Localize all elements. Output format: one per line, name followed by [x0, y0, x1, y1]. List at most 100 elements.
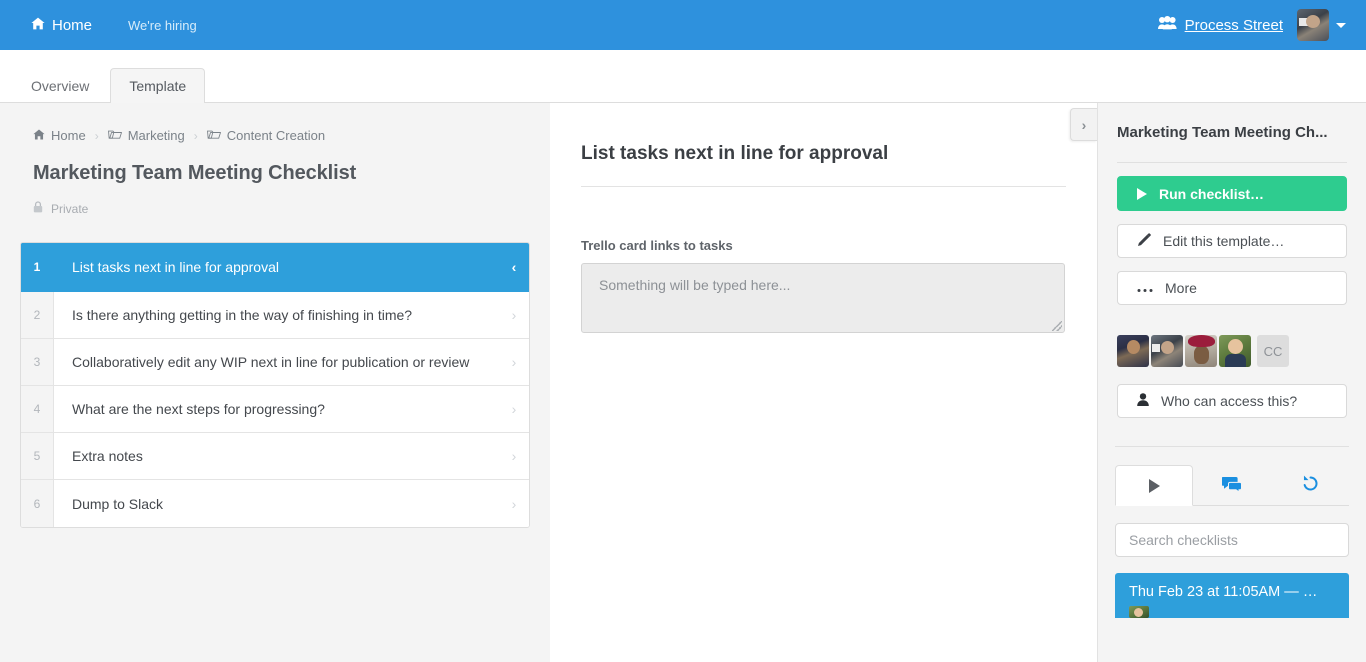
tab-template[interactable]: Template [110, 68, 206, 104]
users-group-icon [1157, 16, 1177, 34]
run-checklist-label: Run checklist… [1159, 185, 1265, 202]
tab-overview[interactable]: Overview [12, 68, 108, 104]
organization-name: Process Street [1184, 16, 1283, 34]
play-icon [1137, 187, 1147, 200]
breadcrumb-label: Marketing [127, 128, 185, 143]
breadcrumb-separator: › [193, 128, 198, 143]
person-icon [1137, 393, 1149, 409]
right-sidebar: Marketing Team Meeting Ch... Run checkli… [1097, 103, 1366, 662]
avatar[interactable] [1219, 335, 1251, 367]
task-label: What are the next steps for progressing? [72, 401, 325, 417]
sidebar-divider [1117, 162, 1347, 163]
chevron-right-icon: › [511, 307, 517, 323]
breadcrumb-label: Content Creation [226, 128, 326, 143]
sidebar-tab-comments[interactable] [1193, 465, 1271, 506]
task-number: 2 [21, 292, 54, 338]
comments-icon [1221, 476, 1242, 496]
organization-link[interactable]: Process Street [1157, 16, 1283, 34]
user-menu-button[interactable] [1297, 9, 1346, 41]
edit-template-button[interactable]: Edit this template… [1117, 224, 1347, 258]
task-row[interactable]: 6 Dump to Slack › [21, 480, 529, 527]
sidebar-divider-2 [1115, 446, 1349, 447]
task-row[interactable]: 3 Collaboratively edit any WIP next in l… [21, 339, 529, 386]
home-icon [33, 128, 45, 143]
task-label: Is there anything getting in the way of … [72, 307, 413, 323]
checklist-run-item[interactable]: Thu Feb 23 at 11:05AM — … [1115, 573, 1349, 618]
privacy-status: Private [0, 185, 550, 216]
avatar-overflow-initials[interactable]: CC [1257, 335, 1289, 367]
chevron-right-icon: › [511, 354, 517, 370]
chevron-left-icon: ‹ [511, 259, 517, 275]
more-button[interactable]: More [1117, 271, 1347, 305]
task-number: 1 [21, 243, 54, 291]
folder-icon [206, 128, 221, 143]
history-icon [1302, 475, 1319, 496]
chevron-down-icon [1336, 22, 1346, 28]
task-row[interactable]: 4 What are the next steps for progressin… [21, 386, 529, 433]
nav-left-group: Home We're hiring [0, 17, 203, 34]
field-label: Trello card links to tasks [581, 238, 733, 253]
breadcrumb-label: Home [51, 128, 86, 143]
pencil-icon [1137, 232, 1151, 250]
search-checklists-input[interactable]: Search checklists [1115, 523, 1349, 557]
avatar[interactable] [1117, 335, 1149, 367]
task-number: 5 [21, 433, 54, 479]
sidebar-tab-history[interactable] [1271, 465, 1349, 506]
task-label: Collaboratively edit any WIP next in lin… [72, 354, 470, 370]
checklist-run-title: Thu Feb 23 at 11:05AM — … [1129, 584, 1318, 600]
nav-hiring-link[interactable]: We're hiring [122, 18, 203, 33]
task-row[interactable]: 1 List tasks next in line for approval ‹ [21, 243, 529, 292]
run-checklist-button[interactable]: Run checklist… [1117, 176, 1347, 211]
avatar [1129, 606, 1149, 618]
chevron-right-icon: › [511, 495, 517, 512]
task-heading: List tasks next in line for approval [581, 143, 889, 164]
nav-hiring-label: We're hiring [128, 17, 197, 33]
more-label: More [1165, 280, 1197, 296]
chevron-right-icon: › [511, 448, 517, 464]
avatar[interactable] [1151, 335, 1183, 367]
task-label: Extra notes [72, 448, 143, 464]
chevron-right-icon: › [1081, 116, 1087, 133]
resize-handle[interactable] [1052, 321, 1062, 331]
breadcrumb: Home › Marketing › Content Creation [0, 103, 550, 143]
ellipsis-icon [1137, 280, 1153, 296]
sidebar-tab-list [1115, 464, 1349, 506]
breadcrumb-item-content-creation[interactable]: Content Creation [206, 128, 326, 143]
sidebar-title: Marketing Team Meeting Ch... [1117, 124, 1328, 141]
avatar[interactable] [1185, 335, 1217, 367]
task-number: 4 [21, 386, 54, 432]
lock-icon [33, 201, 43, 216]
sidebar-tab-runs[interactable] [1115, 465, 1193, 506]
user-avatar [1297, 9, 1329, 41]
play-icon [1148, 478, 1160, 493]
task-row[interactable]: 2 Is there anything getting in the way o… [21, 292, 529, 339]
chevron-right-icon: › [511, 401, 517, 417]
breadcrumb-separator: › [94, 128, 99, 143]
folder-icon [107, 128, 122, 143]
tab-list: Overview Template [0, 50, 1366, 104]
member-avatars: CC [1117, 335, 1366, 367]
who-can-access-label: Who can access this? [1161, 393, 1298, 409]
who-can-access-button[interactable]: Who can access this? [1117, 384, 1347, 418]
trello-card-links-textarea[interactable]: Something will be typed here... [581, 263, 1065, 333]
task-row[interactable]: 5 Extra notes › [21, 433, 529, 480]
page-title: Marketing Team Meeting Checklist [33, 162, 357, 184]
heading-divider [581, 186, 1066, 187]
nav-home-link[interactable]: Home [25, 17, 98, 34]
breadcrumb-item-home[interactable]: Home [33, 128, 86, 143]
tab-bar: Overview Template [0, 50, 1366, 104]
home-icon [31, 17, 45, 34]
task-list: 1 List tasks next in line for approval ‹… [20, 242, 530, 528]
breadcrumb-item-marketing[interactable]: Marketing [107, 128, 185, 143]
search-placeholder: Search checklists [1129, 532, 1238, 548]
task-number: 3 [21, 339, 54, 385]
task-label: List tasks next in line for approval [72, 259, 279, 275]
sidebar-collapse-toggle[interactable]: › [1070, 108, 1097, 141]
edit-template-label: Edit this template… [1163, 233, 1285, 249]
task-label: Dump to Slack [72, 495, 164, 512]
textarea-placeholder: Something will be typed here... [599, 277, 791, 293]
left-panel: Home › Marketing › Content Creation Mark… [0, 103, 550, 662]
nav-home-label: Home [52, 16, 93, 34]
task-number: 6 [21, 480, 54, 527]
nav-right-group: Process Street [1157, 9, 1366, 41]
